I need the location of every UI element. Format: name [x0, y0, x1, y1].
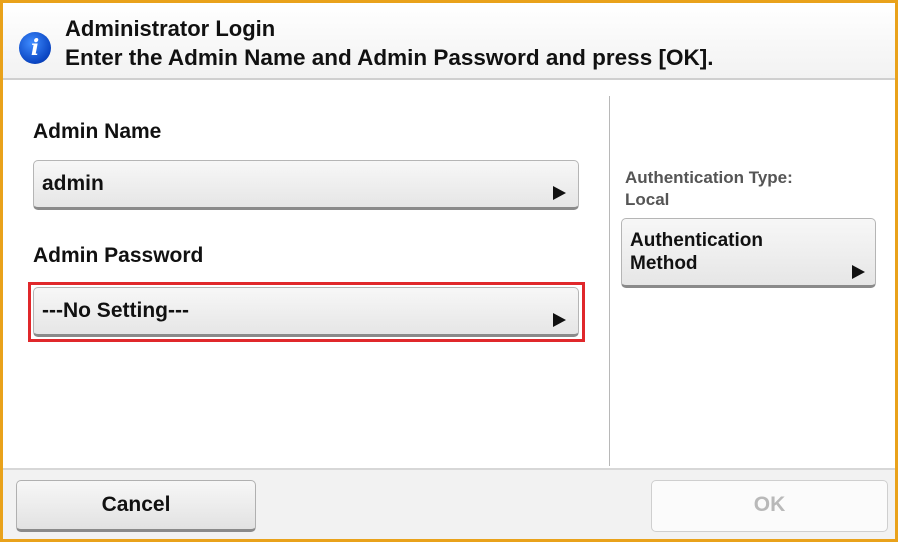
admin-password-field[interactable]: ---No Setting--- [33, 287, 579, 337]
authentication-method-label-line1: Authentication [630, 230, 763, 251]
authentication-method-label-line2: Method [630, 253, 698, 274]
arrow-right-icon [852, 265, 865, 279]
admin-name-value: admin [42, 172, 104, 195]
admin-name-label: Admin Name [33, 120, 162, 143]
dialog-instruction: Enter the Admin Name and Admin Password … [65, 45, 714, 70]
admin-login-dialog: i Administrator Login Enter the Admin Na… [0, 0, 898, 542]
ok-button[interactable]: OK [651, 480, 888, 532]
admin-password-value: ---No Setting--- [42, 299, 189, 322]
admin-name-field[interactable]: admin [33, 160, 579, 210]
authentication-method-button[interactable]: Authentication Method [621, 218, 876, 288]
authentication-type-value: Local [625, 190, 670, 209]
dialog-header: i Administrator Login Enter the Admin Na… [3, 3, 895, 80]
admin-password-label: Admin Password [33, 244, 204, 267]
cancel-button[interactable]: Cancel [16, 480, 256, 532]
authentication-type: Authentication Type: Local [625, 167, 865, 211]
arrow-right-icon [553, 186, 566, 200]
info-icon: i [19, 32, 51, 64]
dialog-content: Admin Name admin Admin Password ---No Se… [3, 82, 895, 468]
arrow-right-icon [553, 313, 566, 327]
authentication-type-label: Authentication Type: [625, 168, 793, 187]
dialog-footer: Cancel OK [3, 468, 895, 539]
dialog-title: Administrator Login [65, 16, 276, 41]
vertical-divider [609, 96, 610, 466]
